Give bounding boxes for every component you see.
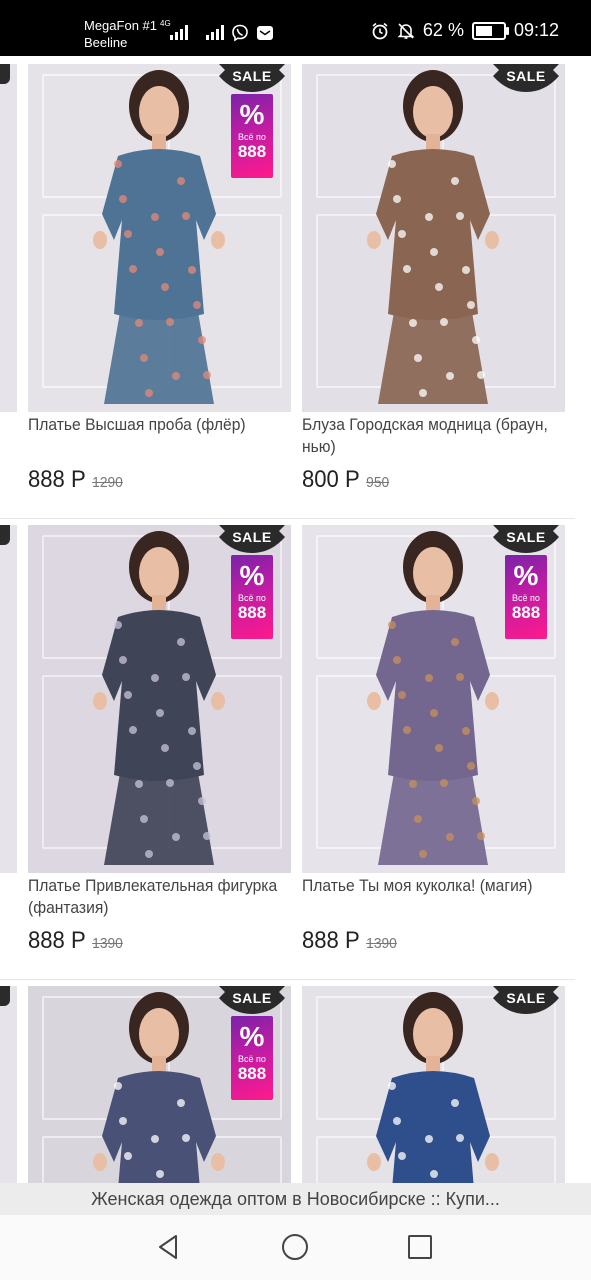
sale-badge: SALE xyxy=(493,64,559,92)
promo-text: Всё по xyxy=(238,132,266,142)
product-title[interactable]: Платье Высшая проба (флёр) xyxy=(28,414,290,458)
promo-text: Всё по xyxy=(238,593,266,603)
promo-value: 888 xyxy=(511,603,541,622)
product-photo[interactable]: SALE xyxy=(302,986,565,1183)
sale-badge: SALE xyxy=(219,986,285,1014)
old-price: 1390 xyxy=(366,935,397,952)
model-figure xyxy=(367,70,499,404)
product-card[interactable]: SALE% Всё по 888 xyxy=(28,986,291,1183)
recents-icon[interactable] xyxy=(405,1232,435,1262)
product-card[interactable]: SALE% Всё по 888 Платье Привлекательная фиг… xyxy=(28,525,291,959)
mute-notification-icon xyxy=(397,22,415,39)
carrier-primary: MegaFon #1 xyxy=(84,18,157,33)
adjacent-sale-badge xyxy=(0,525,10,545)
sale-label: SALE xyxy=(232,990,272,1006)
product-price: 800 Р 950 xyxy=(302,466,544,498)
status-bar: MegaFon #1 Beeline 4G 62 % 09:12 xyxy=(0,0,591,56)
percent-label: % xyxy=(239,1021,265,1052)
percent-label: % xyxy=(239,99,265,130)
sale-badge: SALE xyxy=(493,986,559,1014)
home-icon[interactable] xyxy=(280,1232,310,1262)
product-card[interactable]: SALE Блуза Городская модница (браун, нью) 8… xyxy=(302,64,565,498)
sale-badge: SALE xyxy=(219,64,285,92)
sale-label: SALE xyxy=(506,529,546,545)
product-title[interactable]: Платье Привлекательная фигурка (фантазия) xyxy=(28,875,290,919)
signal-icon xyxy=(170,24,188,40)
sale-label: SALE xyxy=(232,529,272,545)
adjacent-product-photo[interactable] xyxy=(0,64,17,412)
promo-value: 888 xyxy=(237,142,267,161)
product-title-line: нью) xyxy=(302,437,336,456)
product-title-line: Блуза Городская модница (браун, xyxy=(302,415,548,434)
product-photo[interactable]: SALE% Всё по 888 xyxy=(302,525,565,873)
product-title-line: Платье Привлекательная фигурка xyxy=(28,876,278,895)
system-nav-bar xyxy=(0,1215,591,1280)
promo-888-badge: % Всё по 888 xyxy=(231,555,273,639)
product-title-line: Платье Высшая проба (флёр) xyxy=(28,415,246,434)
page-title-bar[interactable]: Женская одежда оптом в Новосибирске :: К… xyxy=(0,1183,591,1215)
sale-label: SALE xyxy=(232,68,272,84)
viber-icon xyxy=(232,24,248,42)
adjacent-sale-badge xyxy=(0,986,10,1006)
promo-888-badge: % Всё по 888 xyxy=(231,1016,273,1100)
promo-text: Всё по xyxy=(238,1054,266,1064)
carrier-secondary: Beeline xyxy=(84,35,128,50)
clock: 09:12 xyxy=(513,20,559,40)
promo-888-badge: % Всё по 888 xyxy=(505,555,547,639)
promo-value: 888 xyxy=(237,603,267,622)
model-figure xyxy=(367,992,499,1183)
current-price: 800 Р xyxy=(302,466,360,493)
product-grid[interactable]: SALE% Всё по 888 Платье Высшая проба (флёр)… xyxy=(0,56,591,1183)
percent-label: % xyxy=(513,560,539,591)
signal-icon xyxy=(206,24,224,40)
product-title[interactable]: Блуза Городская модница (браун, нью) xyxy=(302,414,564,458)
adjacent-product-photo[interactable] xyxy=(0,525,17,873)
alarm-icon xyxy=(372,22,388,39)
old-price: 1390 xyxy=(92,935,123,952)
adjacent-product-photo[interactable] xyxy=(0,986,17,1183)
product-price: 888 Р 1290 xyxy=(28,466,270,498)
percent-label: % xyxy=(239,560,265,591)
adjacent-sale-badge xyxy=(0,64,10,84)
sale-label: SALE xyxy=(506,990,546,1006)
sale-label: SALE xyxy=(506,68,546,84)
product-title-line: (фантазия) xyxy=(28,898,109,917)
product-photo[interactable]: SALE% Всё по 888 xyxy=(28,64,291,412)
old-price: 950 xyxy=(366,474,390,491)
promo-value: 888 xyxy=(237,1064,267,1083)
product-photo[interactable]: SALE% Всё по 888 xyxy=(28,525,291,873)
status-right: 62 % 09:12 xyxy=(371,20,559,41)
current-price: 888 Р xyxy=(28,466,86,493)
product-title-line: Платье Ты моя куколка! (магия) xyxy=(302,876,533,895)
product-card[interactable]: SALE xyxy=(302,986,565,1183)
product-title[interactable]: Платье Ты моя куколка! (магия) xyxy=(302,875,564,919)
product-price: 888 Р 1390 xyxy=(302,927,544,959)
promo-text: Всё по xyxy=(512,593,540,603)
huawei-mail-icon xyxy=(257,26,273,40)
battery-icon xyxy=(471,21,509,40)
sale-badge: SALE xyxy=(219,525,285,553)
product-price: 888 Р 1390 xyxy=(28,927,270,959)
current-price: 888 Р xyxy=(28,927,86,954)
product-card[interactable]: SALE% Всё по 888 Платье Высшая проба (флёр)… xyxy=(28,64,291,498)
row-divider xyxy=(0,979,575,980)
product-photo[interactable]: SALE% Всё по 888 xyxy=(28,986,291,1183)
product-card[interactable]: SALE% Всё по 888 Платье Ты моя куколка! (ма… xyxy=(302,525,565,959)
old-price: 1290 xyxy=(92,474,123,491)
back-icon[interactable] xyxy=(154,1232,184,1262)
page-title: Женская одежда оптом в Новосибирске :: К… xyxy=(91,1189,500,1209)
sale-badge: SALE xyxy=(493,525,559,553)
battery-percent: 62 % xyxy=(422,20,464,40)
row-divider xyxy=(0,518,575,519)
product-photo[interactable]: SALE xyxy=(302,64,565,412)
promo-888-badge: % Всё по 888 xyxy=(231,94,273,178)
current-price: 888 Р xyxy=(302,927,360,954)
